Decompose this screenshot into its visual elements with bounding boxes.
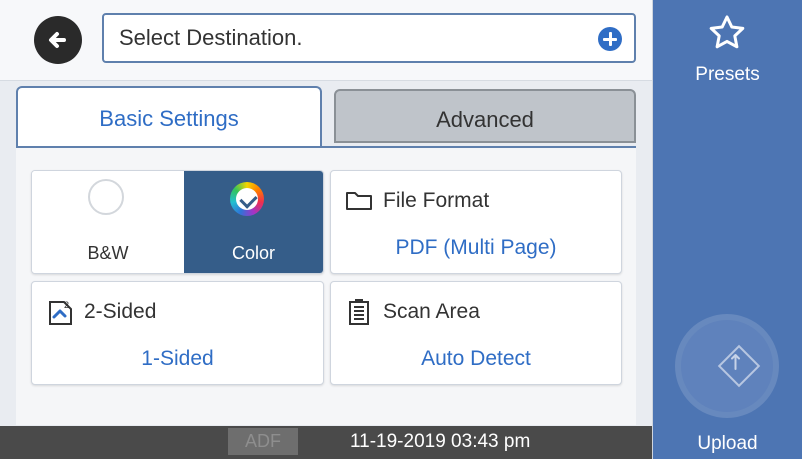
two-sided-title: 2-Sided bbox=[84, 300, 157, 323]
scan-area-button[interactable]: Scan Area Auto Detect bbox=[330, 281, 622, 385]
folder-icon bbox=[346, 192, 372, 210]
settings-main-panel: Select Destination. Basic Settings Advan… bbox=[0, 0, 653, 459]
presets-button[interactable]: Presets bbox=[653, 0, 802, 101]
tab-advanced[interactable]: Advanced bbox=[334, 89, 636, 143]
presets-label: Presets bbox=[695, 64, 760, 85]
back-arrow-icon bbox=[49, 32, 66, 48]
upload-label: Upload bbox=[697, 433, 758, 454]
upload-button[interactable]: Upload bbox=[653, 304, 802, 459]
color-option-button[interactable]: Color bbox=[184, 171, 323, 273]
plus-icon[interactable] bbox=[598, 27, 622, 51]
tab-advanced-label: Advanced bbox=[436, 107, 534, 132]
upload-arrow-icon bbox=[731, 354, 740, 370]
file-format-button[interactable]: File Format PDF (Multi Page) bbox=[330, 170, 622, 274]
date-time: 11-19-2019 03:43 pm bbox=[350, 431, 531, 452]
adf-indicator: ADF bbox=[228, 428, 298, 455]
two-sided-button[interactable]: 2 2-Sided 1-Sided bbox=[31, 281, 324, 385]
right-action-panel: Presets Upload bbox=[653, 0, 802, 459]
file-format-value: PDF (Multi Page) bbox=[395, 236, 557, 259]
back-button[interactable] bbox=[34, 16, 82, 64]
color-option-label: Color bbox=[231, 243, 275, 263]
top-bar: Select Destination. bbox=[0, 0, 652, 81]
color-mode-card: B&W Color bbox=[31, 170, 324, 274]
file-format-title: File Format bbox=[383, 189, 490, 212]
destination-placeholder: Select Destination. bbox=[119, 25, 303, 50]
bw-option-button[interactable]: B&W bbox=[32, 171, 184, 273]
color-check-icon bbox=[230, 182, 264, 216]
star-icon bbox=[709, 15, 745, 49]
scan-area-icon bbox=[349, 299, 369, 325]
two-sided-value: 1-Sided bbox=[141, 347, 214, 370]
scan-settings-screen: Select Destination. Basic Settings Advan… bbox=[0, 0, 802, 459]
tab-basic-settings-label: Basic Settings bbox=[99, 106, 239, 131]
scan-area-value: Auto Detect bbox=[421, 347, 531, 370]
upload-circle bbox=[681, 320, 773, 412]
scan-area-title: Scan Area bbox=[383, 300, 480, 323]
bw-option-label: B&W bbox=[87, 243, 129, 263]
two-sided-icon: 2 bbox=[49, 300, 72, 325]
tab-basic-settings[interactable]: Basic Settings bbox=[16, 86, 322, 148]
destination-field[interactable]: Select Destination. bbox=[102, 13, 636, 63]
bw-option-icon bbox=[88, 179, 124, 215]
status-bar: ADF 11-19-2019 03:43 pm bbox=[0, 426, 652, 459]
svg-text:2: 2 bbox=[64, 300, 69, 310]
